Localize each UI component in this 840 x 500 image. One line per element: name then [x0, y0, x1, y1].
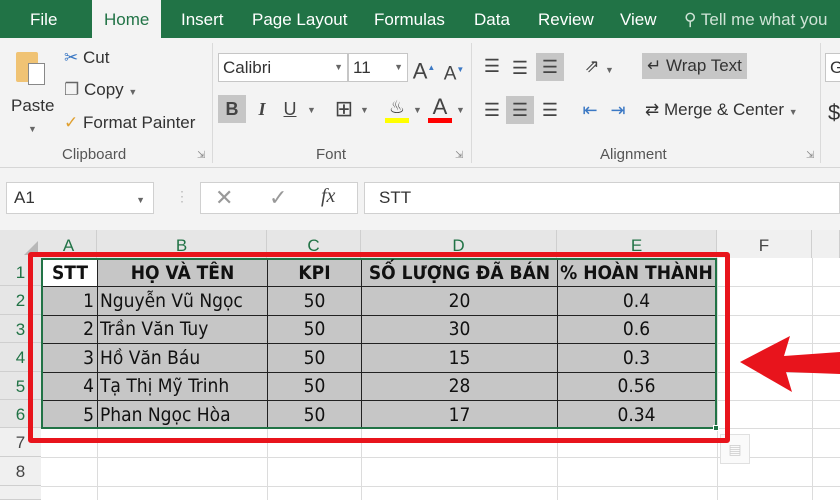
annotation-highlight-box	[28, 252, 730, 443]
tab-file[interactable]: File	[30, 0, 57, 38]
middle-align-icon[interactable]: ☰	[506, 54, 534, 82]
decrease-indent-icon[interactable]: ⇤	[576, 96, 604, 124]
tab-view[interactable]: View	[620, 0, 657, 38]
chevron-down-icon: ▼	[394, 62, 403, 72]
borders-dropdown-icon[interactable]: ▼	[360, 105, 369, 115]
tell-me-search[interactable]: ⚲ Tell me what you	[684, 0, 828, 38]
bottom-align-icon[interactable]: ☰	[536, 53, 564, 81]
format-painter-button[interactable]: ✓ Format Painter	[64, 113, 195, 133]
font-color-dropdown-icon[interactable]: ▼	[456, 105, 465, 115]
orientation-icon[interactable]: ⇗	[578, 52, 606, 80]
fill-color-icon[interactable]: ♨	[383, 93, 411, 123]
align-right-icon[interactable]: ☰	[536, 96, 564, 124]
paste-dropdown-icon[interactable]: ▼	[28, 124, 37, 134]
formula-buttons: ✕ ✓ fx	[200, 182, 358, 214]
wrap-text-button[interactable]: ↵ Wrap Text	[642, 53, 747, 79]
currency-icon[interactable]: $	[828, 100, 840, 126]
font-color-icon[interactable]: A	[426, 93, 454, 123]
number-format-combo[interactable]: G	[825, 53, 840, 82]
font-group-label: Font	[316, 146, 347, 163]
underline-dropdown-icon[interactable]: ▼	[307, 105, 316, 115]
alignment-group-label: Alignment	[600, 146, 667, 163]
underline-button[interactable]: U	[276, 95, 304, 123]
orientation-dropdown-icon[interactable]: ▼	[605, 65, 614, 75]
paper-icon	[28, 63, 45, 85]
tab-page-layout[interactable]: Page Layout	[252, 0, 347, 38]
cancel-icon[interactable]: ✕	[215, 185, 233, 211]
annotation-arrow-icon	[740, 336, 840, 392]
cut-button[interactable]: ✂ Cut	[64, 48, 109, 68]
tab-home[interactable]: Home	[92, 0, 162, 38]
tab-review[interactable]: Review	[538, 0, 594, 38]
formula-bar-area: A1 ▼ ⋮ ✕ ✓ fx STT	[0, 168, 840, 230]
group-divider	[212, 43, 213, 163]
top-align-icon[interactable]: ☰	[478, 52, 506, 80]
chevron-down-icon: ▼	[128, 87, 138, 97]
column-header-g[interactable]	[812, 230, 840, 258]
font-name-combo[interactable]: Calibri ▼	[218, 53, 348, 82]
merge-icon: ⇄	[645, 100, 660, 119]
name-box[interactable]: A1 ▼	[6, 182, 154, 214]
clipboard-launcher-icon[interactable]: ⇲	[197, 150, 205, 161]
decrease-font-size-icon[interactable]: A▼	[440, 56, 468, 84]
row-header-9[interactable]	[0, 486, 41, 500]
borders-icon[interactable]: ⊞	[330, 95, 358, 123]
paste-button[interactable]: Paste ▼	[8, 46, 58, 141]
align-left-icon[interactable]: ☰	[478, 96, 506, 124]
column-header-f[interactable]: F	[717, 230, 812, 258]
font-launcher-icon[interactable]: ⇲	[455, 150, 463, 161]
insert-function-icon[interactable]: fx	[321, 185, 335, 208]
ribbon-tab-bar: File Home Insert Page Layout Formulas Da…	[0, 0, 840, 38]
splitter-handle[interactable]: ⋮	[175, 188, 189, 205]
row-header-8[interactable]: 8	[0, 457, 41, 486]
clipboard-group-label: Clipboard	[62, 146, 127, 163]
copy-button[interactable]: ❐ Copy ▼	[64, 80, 137, 100]
gridline	[41, 486, 840, 487]
chevron-down-icon: ▼	[136, 195, 145, 205]
tab-insert[interactable]: Insert	[181, 0, 224, 38]
wrap-text-icon: ↵	[647, 56, 662, 75]
italic-button[interactable]: I	[248, 95, 276, 123]
group-divider	[471, 43, 472, 163]
formula-input[interactable]: STT	[364, 182, 840, 214]
copy-icon: ❐	[64, 80, 80, 99]
scissors-icon: ✂	[64, 48, 79, 67]
paintbrush-icon: ✓	[64, 113, 79, 132]
alignment-launcher-icon[interactable]: ⇲	[806, 150, 814, 161]
paste-label: Paste	[11, 96, 55, 115]
merge-center-button[interactable]: ⇄ Merge & Center ▼	[645, 100, 798, 120]
increase-indent-icon[interactable]: ⇥	[604, 96, 632, 124]
group-divider	[820, 43, 821, 163]
font-size-combo[interactable]: 11 ▼	[348, 53, 408, 82]
fill-color-dropdown-icon[interactable]: ▼	[413, 105, 422, 115]
increase-font-size-icon[interactable]: A▲	[410, 54, 438, 83]
bold-button[interactable]: B	[218, 95, 246, 123]
ribbon: Paste ▼ ✂ Cut ❐ Copy ▼ ✓ Format Painter …	[0, 38, 840, 168]
lightbulb-icon: ⚲	[684, 10, 697, 29]
tab-data[interactable]: Data	[474, 0, 510, 38]
chevron-down-icon: ▼	[334, 62, 343, 72]
enter-icon[interactable]: ✓	[269, 185, 287, 211]
tab-formulas[interactable]: Formulas	[374, 0, 445, 38]
align-center-icon[interactable]: ☰	[506, 96, 534, 124]
chevron-down-icon: ▼	[788, 107, 798, 117]
